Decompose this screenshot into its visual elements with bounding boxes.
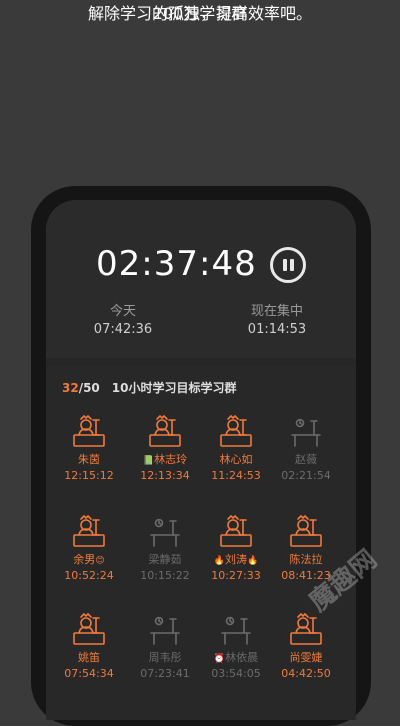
studying-avatar-icon [54,514,124,548]
empty-desk-icon [130,514,200,548]
member-study-time: 03:54:05 [211,667,261,680]
studying-avatar-icon [130,414,200,448]
member-study-time: 10:15:22 [140,569,190,582]
timer-card: 02:37:48 今天 07:42:36 现在集中 01:14:53 [46,200,356,358]
today-value: 07:42:36 [93,322,153,337]
member-name-text: 尚雯婕 [289,651,323,664]
fire-icon: 🔥 [247,556,259,566]
study-group-card: 32/50 10小时学习目标学习群 朱茵 12:15:12 📗林志玲 12:13:34 林… [46,366,356,720]
pause-icon [283,259,287,271]
member-study-time: 07:23:41 [140,667,190,680]
member-name: 🔥刘涛🔥 [201,551,271,567]
studying-avatar-icon [201,414,271,448]
member-study-time: 10:27:33 [211,569,261,582]
member-name: 朱茵 [54,451,124,467]
studying-avatar-icon [54,612,124,646]
member-study-time: 07:54:34 [64,667,114,680]
group-member-count: 32 [62,381,79,395]
group-name: 10小时学习目标学习群 [111,381,237,395]
member-name-text: 刘涛 [225,553,247,566]
alarm-icon: ⏰ [213,654,226,664]
member-name-text: 林心如 [219,453,253,466]
empty-desk-icon [201,612,271,646]
member-study-time: 11:24:53 [211,469,261,482]
studying-avatar-icon [271,514,341,548]
member-card[interactable]: 📗林志玲 12:13:34 [130,414,200,482]
member-card[interactable]: 林心如 11:24:53 [201,414,271,482]
member-name: ⏰林依晨 [201,649,271,665]
member-name: 尚雯婕 [271,649,341,665]
member-card[interactable]: 余男😊 10:52:24 [54,514,124,582]
member-name: 林心如 [201,451,271,467]
member-name: 余男😊 [54,551,124,567]
emoji-icon: 😊 [95,556,105,566]
member-card[interactable]: 梁静茹 10:15:22 [130,514,200,582]
empty-desk-icon [130,612,200,646]
member-name-text: 陈法拉 [289,553,323,566]
member-name: 梁静茹 [130,551,200,567]
focus-label: 现在集中 [250,304,303,319]
studying-avatar-icon [271,612,341,646]
member-study-time: 02:21:54 [281,469,331,482]
member-card[interactable]: 周韦彤 07:23:41 [130,612,200,680]
study-timer: 02:37:48 [96,244,257,284]
studying-avatar-icon [54,414,124,448]
member-name-text: 梁静茹 [148,553,182,566]
member-card[interactable]: 尚雯婕 04:42:50 [271,612,341,680]
member-name-text: 赵薇 [295,453,317,466]
member-name-text: 周韦彤 [148,651,182,664]
group-capacity: /50 [78,381,100,395]
member-name-text: 林志玲 [154,453,188,466]
member-card[interactable]: ⏰林依晨 03:54:05 [201,612,271,680]
member-name: 姚笛 [54,649,124,665]
member-name: 赵薇 [271,451,341,467]
member-study-time: 10:52:24 [64,569,114,582]
focus-stat: 现在集中 01:14:53 [242,300,312,337]
promo-headline: 200万学习群 [152,4,248,23]
member-card[interactable]: 朱茵 12:15:12 [54,414,124,482]
member-name-text: 姚笛 [78,651,100,664]
app-screen: 02:37:48 今天 07:42:36 现在集中 01:14:53 32/50… [46,200,356,720]
member-card[interactable]: 赵薇 02:21:54 [271,414,341,482]
today-stat: 今天 07:42:36 [88,300,158,337]
member-name: 周韦彤 [130,649,200,665]
member-name-text: 朱茵 [78,453,100,466]
member-card[interactable]: 🔥刘涛🔥 10:27:33 [201,514,271,582]
today-label: 今天 [109,304,136,319]
pause-button[interactable] [270,247,306,283]
group-header[interactable]: 32/50 10小时学习目标学习群 [62,379,237,396]
studying-avatar-icon [201,514,271,548]
member-name-text: 林依晨 [225,651,259,664]
member-study-time: 04:42:50 [281,667,331,680]
empty-desk-icon [271,414,341,448]
member-card[interactable]: 姚笛 07:54:34 [54,612,124,680]
member-name: 📗林志玲 [130,451,200,467]
member-study-time: 12:15:12 [64,469,114,482]
fire-icon: 🔥 [213,556,225,566]
member-study-time: 12:13:34 [140,469,190,482]
focus-value: 01:14:53 [247,322,307,337]
member-name-text: 余男 [73,553,96,566]
book-icon: 📗 [142,456,155,466]
